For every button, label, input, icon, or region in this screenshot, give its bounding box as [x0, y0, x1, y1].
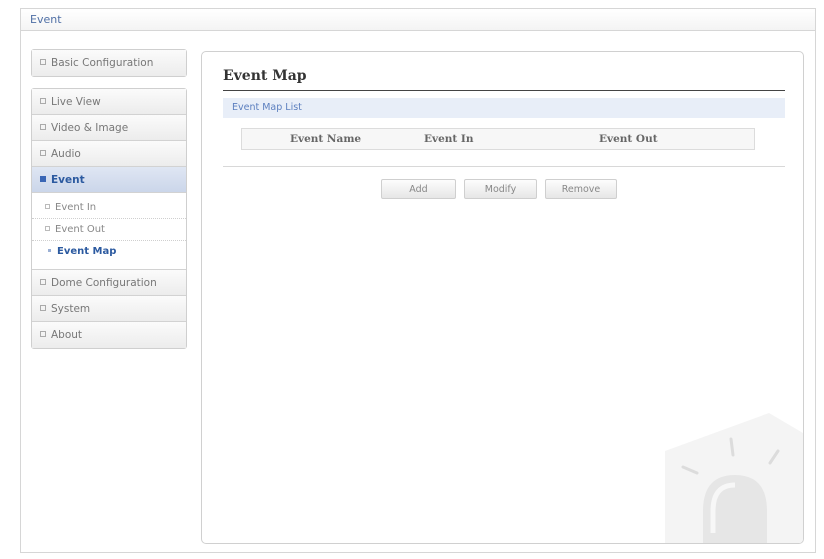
section-header: Event Map List	[223, 98, 785, 118]
square-bullet-icon	[45, 203, 50, 209]
page-title-bar: Event	[21, 9, 815, 31]
add-button[interactable]: Add	[381, 179, 456, 199]
submenu-item-label: Event Out	[55, 224, 105, 235]
remove-button[interactable]: Remove	[545, 179, 617, 199]
sidebar-item-audio[interactable]: Audio	[32, 141, 186, 167]
square-bullet-icon	[40, 176, 46, 182]
list-divider	[223, 166, 785, 167]
sidebar-item-about[interactable]: About	[32, 322, 186, 348]
square-bullet-icon	[40, 98, 46, 104]
page-title: Event Map	[223, 68, 307, 84]
submenu-item-label: Event In	[55, 202, 97, 213]
sidebar-menu-block: Live View Video & Image Audio Event Even…	[31, 88, 187, 349]
content-panel: Event Map Event Map List Event Name Even…	[201, 51, 804, 544]
sidebar-item-label: Basic Configuration	[51, 57, 154, 69]
title-divider	[223, 90, 785, 91]
modify-button[interactable]: Modify	[464, 179, 537, 199]
submenu-item-event-out[interactable]: Event Out	[32, 219, 186, 241]
sidebar-item-label: Live View	[51, 96, 101, 108]
sidebar-item-label: Dome Configuration	[51, 277, 157, 289]
column-header-event-name: Event Name	[290, 133, 362, 145]
square-bullet-icon	[45, 225, 50, 231]
event-submenu: Event In Event Out Event Map	[32, 193, 186, 270]
column-header-event-out: Event Out	[599, 133, 658, 145]
sidebar-item-label: Audio	[51, 148, 81, 160]
column-header-event-in: Event In	[424, 133, 474, 145]
square-bullet-icon	[40, 59, 46, 65]
sidebar-item-label: About	[51, 329, 83, 341]
sidebar-item-live-view[interactable]: Live View	[32, 89, 186, 115]
square-bullet-icon	[40, 279, 46, 285]
submenu-item-label: Event Map	[57, 246, 117, 257]
sidebar-top-block: Basic Configuration	[31, 49, 187, 77]
square-bullet-icon	[40, 150, 46, 156]
sidebar: Basic Configuration Live View Video & Im…	[31, 49, 187, 349]
sidebar-item-basic-configuration[interactable]: Basic Configuration	[32, 50, 186, 76]
sidebar-item-label: System	[51, 303, 91, 315]
sidebar-item-dome-configuration[interactable]: Dome Configuration	[32, 270, 186, 296]
sidebar-item-video-image[interactable]: Video & Image	[32, 115, 186, 141]
sidebar-item-label: Video & Image	[51, 122, 129, 134]
sidebar-item-system[interactable]: System	[32, 296, 186, 322]
submenu-item-event-in[interactable]: Event In	[32, 197, 186, 219]
alarm-light-watermark-icon	[665, 413, 803, 543]
application-window: Event Basic Configuration Live View Vide…	[20, 8, 816, 553]
sidebar-item-event[interactable]: Event	[32, 167, 186, 193]
square-bullet-icon	[40, 305, 46, 311]
sidebar-item-label: Event	[51, 174, 85, 186]
event-map-table-header: Event Name Event In Event Out	[241, 128, 755, 150]
submenu-item-event-map[interactable]: Event Map	[32, 241, 186, 263]
square-bullet-icon	[40, 331, 46, 337]
bullet-dot-icon	[48, 248, 51, 252]
square-bullet-icon	[40, 124, 46, 130]
